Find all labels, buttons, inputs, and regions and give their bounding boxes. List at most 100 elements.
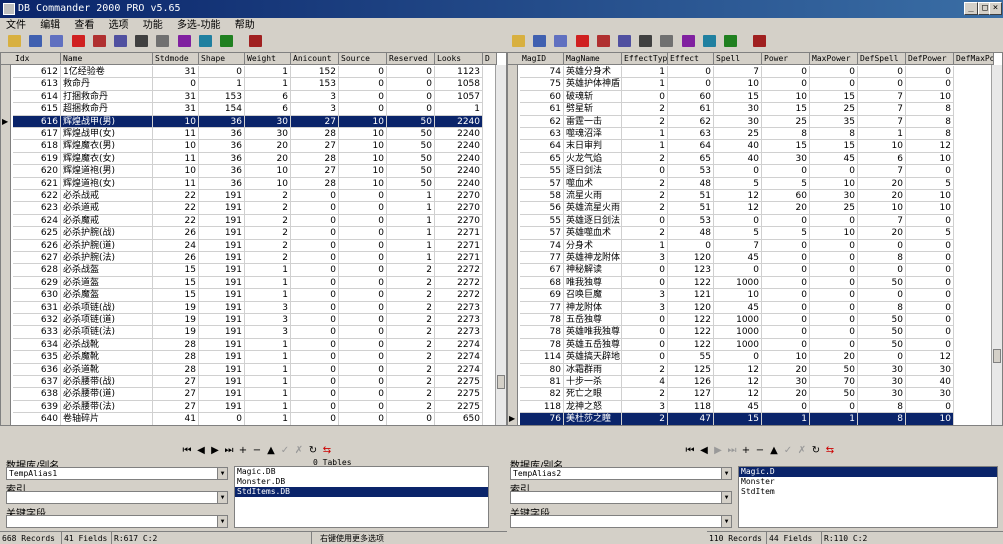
table-cell[interactable]: 0 (810, 252, 858, 265)
table-cell[interactable]: 末日审判 (564, 140, 622, 153)
table-cell[interactable]: 0 (906, 326, 954, 339)
right-alias-select[interactable]: TempAlias2 ▼ (510, 467, 732, 480)
delete-record-icon[interactable]: − (250, 444, 264, 457)
table-cell[interactable]: 0 (668, 66, 714, 79)
table-cell[interactable]: 1 (245, 376, 291, 389)
table-cell[interactable]: 必杀护腕(道) (61, 239, 153, 252)
table-cell[interactable]: 2274 (435, 363, 483, 376)
table-cell[interactable]: 0 (291, 289, 339, 302)
table-cell[interactable]: 0 (291, 276, 339, 290)
table-cell[interactable]: 10 (339, 115, 387, 128)
table-cell[interactable]: 20 (762, 202, 810, 215)
table-cell[interactable]: 30 (906, 363, 954, 376)
table-cell[interactable]: 超捆救命丹 (61, 103, 153, 116)
table-cell[interactable]: 0 (714, 165, 762, 178)
table-cell[interactable]: 67 (520, 264, 564, 277)
table-cell[interactable]: 1 (245, 289, 291, 302)
print-icon[interactable] (660, 35, 674, 47)
table-cell[interactable]: 617 (13, 128, 61, 141)
table-cell[interactable]: 必杀项链(战) (61, 301, 153, 314)
table-cell[interactable]: 45 (810, 152, 858, 166)
table-cell[interactable]: 0 (762, 289, 810, 302)
table-cell[interactable]: 3 (622, 252, 668, 265)
table-cell[interactable]: 英雄分身术 (564, 66, 622, 79)
table-cell[interactable]: 19 (153, 326, 199, 339)
table-cell[interactable]: 0 (810, 400, 858, 414)
post-record-icon[interactable]: ✓ (278, 444, 292, 457)
table-cell[interactable]: 36 (199, 152, 245, 166)
table-cell[interactable]: 0 (387, 413, 435, 425)
column-header[interactable]: Stdmode (153, 53, 199, 65)
table-cell[interactable]: 1000 (714, 314, 762, 327)
table-cell[interactable]: 31 (153, 90, 199, 104)
first-record-icon[interactable]: ⏮ (683, 444, 697, 457)
table-cell[interactable]: 10 (906, 190, 954, 203)
table-cell[interactable]: 10 (245, 177, 291, 190)
table-cell[interactable]: 1 (245, 264, 291, 277)
table-cell[interactable]: 78 (520, 326, 564, 339)
table-cell[interactable]: 10 (762, 351, 810, 364)
table-cell[interactable]: 辉煌魔衣(男) (61, 140, 153, 153)
table-cell[interactable]: 0 (762, 400, 810, 414)
table-cell[interactable]: 0 (339, 351, 387, 364)
table-cell[interactable]: 40 (714, 140, 762, 153)
table-cell[interactable]: 2273 (435, 314, 483, 327)
first-record-icon[interactable]: ⏮ (180, 444, 194, 457)
table-cell[interactable]: 53 (668, 214, 714, 228)
table-cell[interactable]: 2 (387, 301, 435, 314)
table-cell[interactable]: 英雄逐日剑法 (564, 214, 622, 228)
menu-multi-select[interactable]: 多选-功能 (177, 20, 221, 31)
table-cell[interactable]: 0 (762, 239, 810, 252)
table-cell[interactable]: 0 (291, 400, 339, 414)
table-cell[interactable]: 0 (906, 252, 954, 265)
table-cell[interactable]: 12 (906, 351, 954, 364)
table-cell[interactable]: 分身术 (564, 239, 622, 252)
table-cell[interactable]: 78 (520, 338, 564, 352)
table-cell[interactable]: 0 (906, 66, 954, 79)
table-cell[interactable]: 2 (387, 363, 435, 376)
table-cell[interactable]: 0 (291, 338, 339, 352)
table-cell[interactable]: 0 (906, 289, 954, 302)
table-cell[interactable]: 1 (245, 388, 291, 401)
table-cell[interactable]: 650 (435, 413, 483, 425)
table-cell[interactable]: 0 (622, 165, 668, 178)
table-cell[interactable]: 1 (762, 413, 810, 425)
table-cell[interactable]: 0 (291, 413, 339, 425)
table-cell[interactable]: 0 (339, 78, 387, 91)
table-cell[interactable]: 10 (858, 140, 906, 153)
grid-icon[interactable] (554, 35, 568, 47)
table-cell[interactable]: 57 (520, 177, 564, 190)
table-cell[interactable]: 0 (858, 239, 906, 252)
table-cell[interactable]: 神龙附体 (564, 301, 622, 314)
table-cell[interactable]: 620 (13, 165, 61, 178)
table-cell[interactable]: 30 (714, 115, 762, 128)
table-cell[interactable]: 10 (153, 140, 199, 153)
table-cell[interactable]: 50 (387, 128, 435, 141)
table-cell[interactable]: 127 (668, 388, 714, 401)
table-cell[interactable]: 40 (714, 152, 762, 166)
table-cell[interactable]: 必杀战靴 (61, 338, 153, 352)
table-cell[interactable]: 0 (906, 264, 954, 277)
minimize-button[interactable]: _ (964, 2, 978, 15)
table-cell[interactable]: 5 (762, 177, 810, 190)
table-cell[interactable]: 77 (520, 252, 564, 265)
table-cell[interactable]: 51 (668, 190, 714, 203)
table-cell[interactable]: 0 (906, 314, 954, 327)
table-cell[interactable]: 1 (810, 413, 858, 425)
table-cell[interactable]: 122 (668, 338, 714, 352)
table-cell[interactable]: 36 (199, 165, 245, 178)
table-cell[interactable]: 必杀战戒 (61, 190, 153, 203)
table-cell[interactable]: 0 (762, 264, 810, 277)
table-cell[interactable]: 0 (291, 363, 339, 376)
table-cell[interactable]: 辉煌道袍(男) (61, 165, 153, 178)
edit-record-icon[interactable]: ▲ (767, 444, 781, 457)
table-cell[interactable]: 必杀道盔 (61, 276, 153, 290)
table-cell[interactable]: 0 (339, 202, 387, 215)
left-table-list[interactable]: Magic.DB Monster.DB StdItems.DB (234, 466, 489, 528)
table-cell[interactable]: 20 (245, 140, 291, 153)
table-cell[interactable]: 必杀战盔 (61, 264, 153, 277)
table-cell[interactable]: 五岳独尊 (564, 314, 622, 327)
table-cell[interactable]: 2 (622, 413, 668, 425)
table-cell[interactable]: 10 (339, 152, 387, 166)
table-cell[interactable]: 0 (339, 66, 387, 79)
